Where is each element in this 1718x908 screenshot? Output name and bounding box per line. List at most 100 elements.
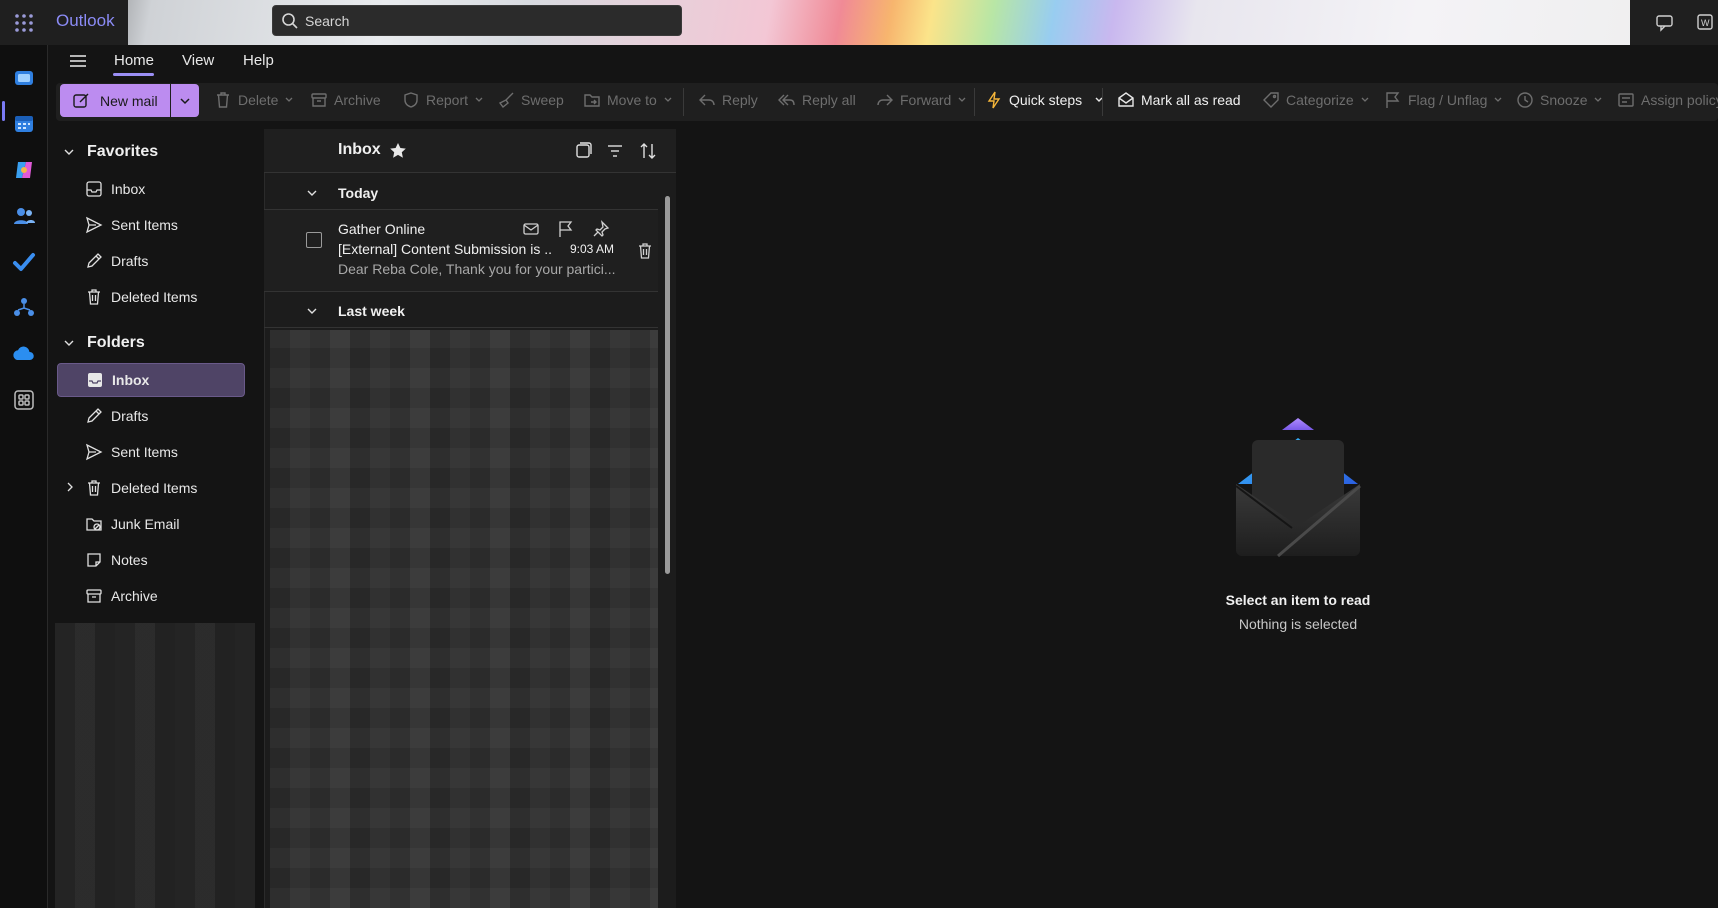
folder-inbox[interactable]: Inbox [57,363,245,397]
empty-state-subtitle: Nothing is selected [1238,616,1358,632]
group-header-last-week[interactable]: Last week [264,294,658,328]
empty-envelope-illustration [1228,416,1368,566]
sort-icon[interactable] [638,141,658,161]
reply-icon [698,91,716,109]
chevron-down-icon [63,146,75,158]
sweep-button[interactable]: Sweep [497,91,564,109]
message-subject: [External] Content Submission is ... [338,241,553,257]
clock-icon [1516,91,1534,109]
forward-button[interactable]: Forward [876,91,967,109]
categorize-button[interactable]: Categorize [1262,91,1370,109]
report-button[interactable]: Report [402,91,484,109]
message-sender: Gather Online [338,221,426,237]
active-tab-indicator [113,73,154,76]
tag-icon [1262,91,1280,109]
folder-archive[interactable]: Archive [57,579,245,613]
flag-unflag-button[interactable]: Flag / Unflag [1384,91,1503,109]
org-explorer-icon[interactable] [12,296,36,320]
message-item[interactable]: Gather Online [External] Content Submiss… [264,210,658,292]
pencil-icon [85,407,103,425]
quick-steps-button[interactable]: Quick steps [985,91,1104,109]
message-list-scrollbar[interactable] [665,196,670,574]
search-input[interactable] [305,12,665,29]
mail-app-icon[interactable] [12,66,36,90]
star-icon[interactable] [388,141,408,161]
pin-icon[interactable] [592,220,610,238]
compose-icon [72,92,90,110]
lightning-icon [985,91,1003,109]
rail-selection-indicator [2,101,5,121]
folder-sent-items[interactable]: Sent Items [57,435,245,469]
feedback-icon[interactable] [1655,12,1675,32]
chevron-down-icon [1593,95,1603,105]
chevron-down-icon [957,95,967,105]
send-icon [85,216,103,234]
svg-text:W: W [1701,18,1710,28]
assign-policy-button[interactable]: Assign policy [1617,91,1718,109]
policy-icon [1617,91,1635,109]
mark-read-icon[interactable] [522,220,540,238]
todo-app-icon[interactable] [12,250,36,274]
tab-view[interactable]: View [182,52,214,69]
flag-icon [1384,91,1402,109]
flag-icon[interactable] [557,220,575,238]
people-app-icon[interactable] [12,204,36,228]
folder-drafts[interactable]: Drafts [57,399,245,433]
folder-move-icon [583,91,601,109]
archive-button[interactable]: Archive [310,91,381,109]
tab-help[interactable]: Help [243,52,274,69]
forward-icon [876,91,894,109]
message-time: 9:03 AM [570,242,615,256]
search-box[interactable] [272,5,682,36]
folder-deleted-items[interactable]: Deleted Items [57,471,245,505]
onedrive-app-icon[interactable] [12,342,36,366]
reply-all-button[interactable]: Reply all [778,91,856,109]
shield-icon [402,91,420,109]
select-mode-icon[interactable] [573,141,593,161]
favorite-sent-items[interactable]: Sent Items [57,208,245,242]
favorites-header[interactable]: Favorites [63,143,158,161]
app-rail [0,45,48,908]
reply-button[interactable]: Reply [698,91,758,109]
junk-icon [85,515,103,533]
chevron-down-icon [1493,95,1503,105]
folder-junk-email[interactable]: Junk Email [57,507,245,541]
new-mail-dropdown[interactable] [171,84,199,117]
chevron-down-icon [284,95,294,105]
tab-home[interactable]: Home [114,52,154,69]
ribbon-divider [1102,88,1103,116]
delete-message-icon[interactable] [636,242,654,260]
inbox-icon [86,371,104,389]
send-icon [85,443,103,461]
new-mail-button[interactable]: New mail [60,84,170,117]
favorite-inbox[interactable]: Inbox [57,172,245,206]
move-to-button[interactable]: Move to [583,91,673,109]
hamburger-menu-icon[interactable] [67,52,89,70]
chevron-right-icon[interactable] [65,482,75,492]
envelope-open-icon [1117,91,1135,109]
calendar-app-icon[interactable] [12,112,36,136]
reading-pane [676,121,1718,908]
ribbon-divider [974,88,975,116]
copilot-app-icon[interactable] [12,158,36,182]
mark-all-as-read-button[interactable]: Mark all as read [1117,91,1241,109]
chevron-down-icon [474,95,484,105]
filter-icon[interactable] [605,141,625,161]
word-app-icon[interactable]: W [1696,12,1716,32]
favorite-deleted-items[interactable]: Deleted Items [57,280,245,314]
more-apps-icon[interactable] [12,388,36,412]
favorite-drafts[interactable]: Drafts [57,244,245,278]
trash-icon [85,288,103,306]
app-launcher-icon[interactable] [12,11,36,35]
group-header-today[interactable]: Today [264,176,658,210]
ribbon-divider [683,88,684,116]
broom-icon [497,91,515,109]
snooze-button[interactable]: Snooze [1516,91,1603,109]
delete-button[interactable]: Delete [214,91,294,109]
chevron-down-icon [663,95,673,105]
app-brand[interactable]: Outlook [56,11,115,31]
message-checkbox[interactable] [306,232,322,248]
folders-header[interactable]: Folders [63,334,145,352]
reply-all-icon [778,91,796,109]
folder-notes[interactable]: Notes [57,543,245,577]
